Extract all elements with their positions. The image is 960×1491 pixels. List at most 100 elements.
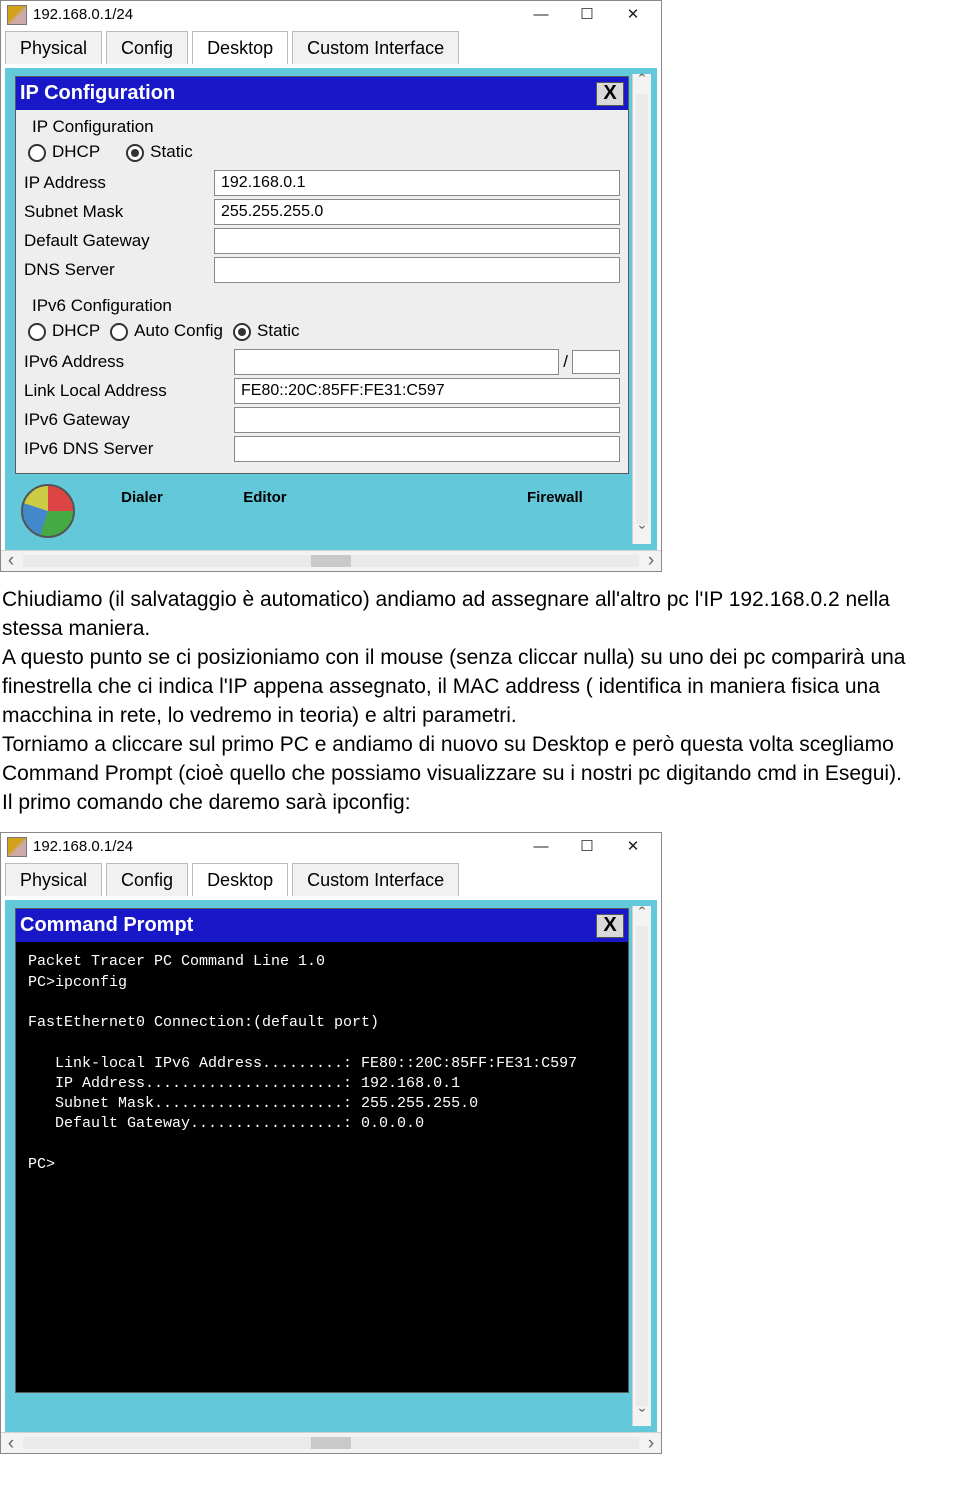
close-button[interactable]: ✕: [611, 835, 655, 859]
dialog-title: IP Configuration: [20, 80, 596, 107]
tab-custom-interface[interactable]: Custom Interface: [292, 31, 459, 64]
article-text: Chiudiamo (il salvataggio è automatico) …: [0, 580, 958, 832]
dialog-body: IP Configuration DHCP Static IP Address1…: [16, 110, 628, 473]
dialog-titlebar[interactable]: Command Prompt X: [16, 909, 628, 942]
ipv6-address-label: IPv6 Address: [24, 351, 234, 374]
hscroll-track[interactable]: [23, 1437, 639, 1449]
subnet-mask-label: Subnet Mask: [24, 201, 214, 224]
titlebar[interactable]: 192.168.0.1/24 — ☐ ✕: [1, 833, 661, 861]
radio-v6-dhcp[interactable]: DHCP: [28, 320, 100, 343]
tab-config[interactable]: Config: [106, 31, 188, 64]
workarea: Command Prompt X Packet Tracer PC Comman…: [1, 896, 661, 1432]
tab-desktop[interactable]: Desktop: [192, 31, 288, 64]
hscroll-thumb[interactable]: [311, 1437, 351, 1449]
desktop-area: IP Configuration X IP Configuration DHCP…: [5, 68, 657, 550]
tab-custom-interface[interactable]: Custom Interface: [292, 863, 459, 896]
ipv6-radio-row: DHCP Auto Config Static: [28, 320, 620, 343]
default-gateway-input[interactable]: [214, 228, 620, 254]
tab-bar: Physical Config Desktop Custom Interface: [1, 861, 661, 896]
ipv4-radio-row: DHCP Static: [28, 141, 620, 164]
packet-tracer-window-2: 192.168.0.1/24 — ☐ ✕ Physical Config Des…: [0, 832, 662, 1454]
maximize-button[interactable]: ☐: [565, 3, 609, 27]
radio-static[interactable]: Static: [126, 141, 193, 164]
scroll-right-icon[interactable]: ›: [641, 548, 661, 574]
link-local-label: Link Local Address: [24, 380, 234, 403]
horizontal-scrollbar[interactable]: ‹ ›: [1, 1432, 661, 1453]
packet-tracer-window-1: 192.168.0.1/24 — ☐ ✕ Physical Config Des…: [0, 0, 662, 572]
firewall-label[interactable]: Firewall: [527, 488, 583, 508]
scroll-down-icon[interactable]: ˇ: [633, 1408, 651, 1426]
maximize-button[interactable]: ☐: [565, 835, 609, 859]
hscroll-track[interactable]: [23, 555, 639, 567]
ip-config-dialog: IP Configuration X IP Configuration DHCP…: [15, 76, 629, 474]
dialog-close-button[interactable]: X: [596, 914, 624, 938]
scroll-left-icon[interactable]: ‹: [1, 548, 21, 574]
ipv6-slash: /: [563, 351, 568, 374]
radio-v6-static-label: Static: [257, 320, 300, 343]
tab-physical[interactable]: Physical: [5, 31, 102, 64]
app-icon: [7, 5, 27, 25]
ipv6-gateway-input[interactable]: [234, 407, 620, 433]
terminal-line: [28, 1033, 616, 1053]
vertical-scrollbar[interactable]: ˆ ˇ: [632, 74, 651, 544]
terminal-line: Default Gateway.................: 0.0.0.…: [28, 1114, 616, 1134]
scroll-up-icon[interactable]: ˆ: [633, 906, 651, 924]
tab-config[interactable]: Config: [106, 863, 188, 896]
terminal-line: IP Address......................: 192.16…: [28, 1074, 616, 1094]
vertical-scrollbar[interactable]: ˆ ˇ: [632, 906, 651, 1426]
scroll-up-icon[interactable]: ˆ: [633, 74, 651, 92]
horizontal-scrollbar[interactable]: ‹ ›: [1, 550, 661, 571]
radio-v6-dhcp-label: DHCP: [52, 320, 100, 343]
terminal-line: Link-local IPv6 Address.........: FE80::…: [28, 1054, 616, 1074]
scroll-right-icon[interactable]: ›: [641, 1431, 661, 1457]
dns-server-input[interactable]: [214, 257, 620, 283]
ipv6-prefix-input[interactable]: [572, 350, 620, 374]
link-local-input[interactable]: FE80::20C:85FF:FE31:C597: [234, 378, 620, 404]
editor-label[interactable]: Editor: [243, 488, 286, 508]
close-button[interactable]: ✕: [611, 3, 655, 27]
terminal-line: [28, 993, 616, 1013]
dialog-close-button[interactable]: X: [596, 82, 624, 106]
ipv6-dns-input[interactable]: [234, 436, 620, 462]
terminal-line: FastEthernet0 Connection:(default port): [28, 1013, 616, 1033]
workarea: IP Configuration X IP Configuration DHCP…: [1, 64, 661, 550]
tab-desktop[interactable]: Desktop: [192, 863, 288, 896]
ipv6-gateway-label: IPv6 Gateway: [24, 409, 234, 432]
minimize-button[interactable]: —: [519, 3, 563, 27]
terminal-line: PC>: [28, 1155, 616, 1175]
desktop-area: Command Prompt X Packet Tracer PC Comman…: [5, 900, 657, 1432]
command-prompt-dialog: Command Prompt X Packet Tracer PC Comman…: [15, 908, 629, 1393]
radio-v6-auto[interactable]: Auto Config: [110, 320, 223, 343]
radio-v6-static[interactable]: Static: [233, 320, 300, 343]
subnet-mask-input[interactable]: 255.255.255.0: [214, 199, 620, 225]
window-title: 192.168.0.1/24: [33, 5, 517, 25]
default-gateway-label: Default Gateway: [24, 230, 214, 253]
dns-server-label: DNS Server: [24, 259, 214, 282]
pie-chart-icon[interactable]: [21, 488, 81, 538]
terminal-line: Packet Tracer PC Command Line 1.0: [28, 952, 616, 972]
minimize-button[interactable]: —: [519, 835, 563, 859]
desktop-icons-row: Dialer Editor Firewall: [21, 488, 623, 538]
dialog-title: Command Prompt: [20, 912, 596, 939]
command-prompt-body[interactable]: Packet Tracer PC Command Line 1.0PC>ipco…: [16, 942, 628, 1392]
titlebar[interactable]: 192.168.0.1/24 — ☐ ✕: [1, 1, 661, 29]
paragraph-1: Chiudiamo (il salvataggio è automatico) …: [2, 586, 952, 644]
ip-address-input[interactable]: 192.168.0.1: [214, 170, 620, 196]
radio-v6-auto-label: Auto Config: [134, 320, 223, 343]
tab-bar: Physical Config Desktop Custom Interface: [1, 29, 661, 64]
terminal-line: Subnet Mask.....................: 255.25…: [28, 1094, 616, 1114]
radio-dhcp[interactable]: DHCP: [28, 141, 100, 164]
ip-address-label: IP Address: [24, 172, 214, 195]
hscroll-thumb[interactable]: [311, 555, 351, 567]
tab-physical[interactable]: Physical: [5, 863, 102, 896]
ipv6-address-input[interactable]: [234, 349, 559, 375]
paragraph-3: Torniamo a cliccare sul primo PC e andia…: [2, 731, 952, 789]
terminal-line: PC>ipconfig: [28, 973, 616, 993]
radio-dhcp-label: DHCP: [52, 141, 100, 164]
dialer-label[interactable]: Dialer: [121, 488, 163, 508]
scroll-track[interactable]: [636, 94, 648, 524]
scroll-left-icon[interactable]: ‹: [1, 1431, 21, 1457]
scroll-track[interactable]: [636, 926, 648, 1406]
scroll-down-icon[interactable]: ˇ: [633, 526, 651, 544]
dialog-titlebar[interactable]: IP Configuration X: [16, 77, 628, 110]
